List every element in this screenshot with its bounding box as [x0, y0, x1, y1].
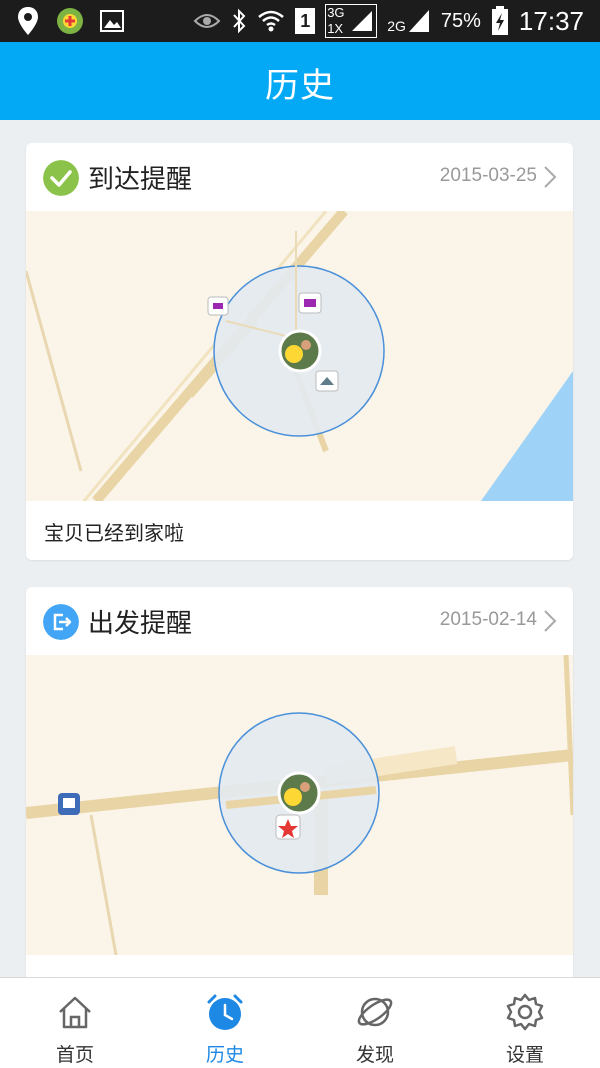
battery-charging-icon	[491, 6, 508, 35]
gear-icon	[506, 993, 544, 1031]
app-clover-icon	[57, 8, 83, 34]
card-date: 2015-03-25	[439, 165, 537, 186]
signal-2g-icon: 2G	[387, 8, 431, 34]
location-pin-icon	[18, 7, 38, 35]
card-title: 到达提醒	[88, 165, 193, 195]
exit-icon	[43, 604, 79, 640]
tab-history[interactable]: 历史	[150, 978, 300, 1068]
card-caption: 宝贝已经到家啦	[26, 501, 573, 560]
caption-text: 宝贝已经到家啦	[44, 521, 184, 545]
image-icon	[100, 10, 124, 32]
card-header[interactable]: 出发提醒 2015-02-14	[26, 587, 573, 655]
check-icon	[43, 160, 79, 196]
signal-3g-icon: 3G 1X	[325, 4, 378, 38]
history-card-arrival[interactable]: 到达提醒 2015-03-25 宝贝已经到家啦	[26, 143, 573, 560]
wifi-icon	[258, 10, 285, 32]
card-date: 2015-02-14	[439, 609, 537, 630]
app-header: 历史	[0, 42, 600, 120]
map-drawing	[26, 211, 573, 501]
card-header[interactable]: 到达提醒 2015-03-25	[26, 143, 573, 211]
tab-label: 设置	[505, 1044, 544, 1066]
tab-home[interactable]: 首页	[0, 978, 150, 1068]
chevron-right-icon[interactable]	[543, 165, 557, 189]
map-drawing	[26, 655, 573, 955]
network-1x-label: 1X	[327, 21, 344, 36]
history-card-departure[interactable]: 出发提醒 2015-02-14 宝贝已经从家出发啦	[26, 587, 573, 987]
status-bar: 1 3G 1X 2G 75% 17:37	[0, 0, 600, 42]
tab-discover[interactable]: 发现	[300, 978, 450, 1068]
home-icon	[59, 996, 91, 1029]
battery-percent: 75%	[440, 9, 481, 32]
map-view[interactable]	[26, 655, 573, 955]
tab-label: 历史	[205, 1044, 244, 1066]
planet-icon	[357, 997, 393, 1027]
tab-settings[interactable]: 设置	[450, 978, 600, 1068]
chevron-right-icon[interactable]	[543, 609, 557, 633]
network-3g-label: 3G	[327, 5, 345, 20]
tab-label: 发现	[355, 1044, 394, 1066]
sim1-icon: 1	[295, 8, 316, 34]
card-title: 出发提醒	[88, 609, 193, 639]
alarm-clock-icon	[207, 994, 243, 1030]
tab-label: 首页	[55, 1044, 94, 1066]
map-view[interactable]	[26, 211, 573, 501]
network-2g-label: 2G	[387, 18, 406, 34]
page-title: 历史	[265, 66, 335, 106]
bottom-tab-bar: 首页 历史 发现 设置	[0, 977, 600, 1068]
bluetooth-icon	[233, 8, 246, 34]
clock: 17:37	[518, 5, 584, 36]
eye-icon	[193, 14, 221, 28]
